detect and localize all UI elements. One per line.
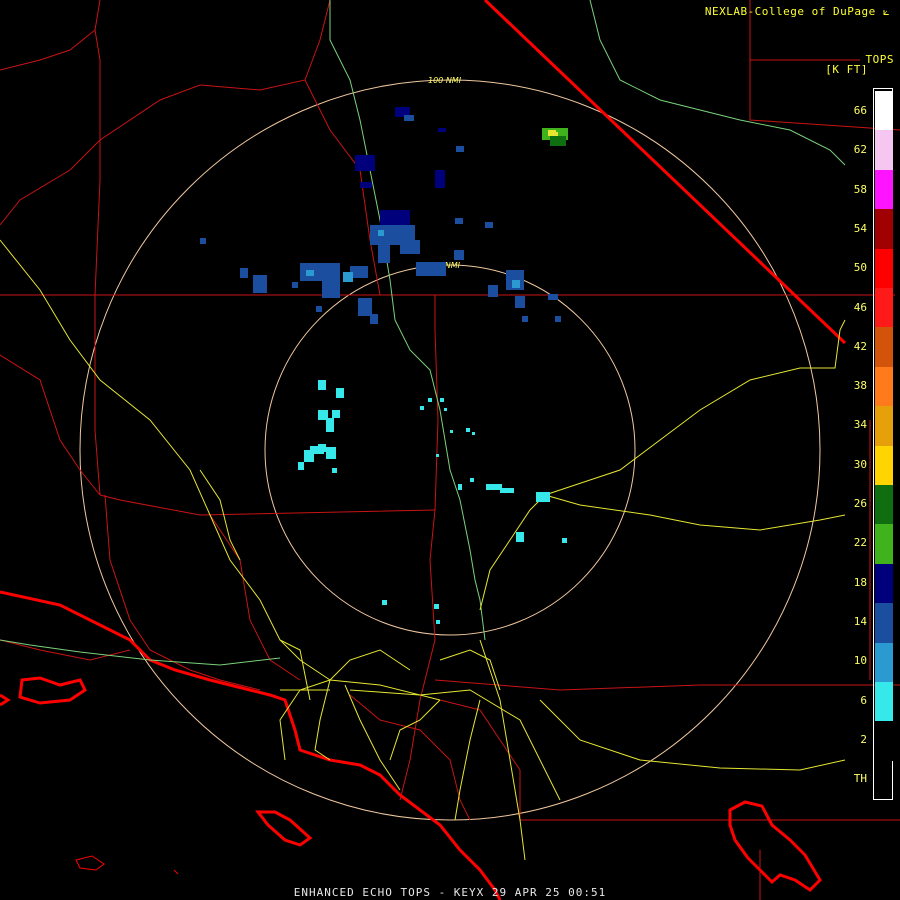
legend-units: [K FT]: [825, 63, 868, 76]
legend-label: 58: [853, 182, 867, 196]
legend-swatch: [875, 524, 893, 564]
highways: [0, 239, 846, 861]
legend-swatch: [875, 209, 893, 249]
state-line-nv-ca: [483, 0, 847, 345]
legend-swatch: [875, 642, 893, 682]
echo-navy: [355, 107, 446, 240]
legend-label: 42: [853, 339, 867, 353]
legend-label: 22: [853, 536, 867, 550]
small-islands: [75, 855, 179, 875]
legend-swatch: [875, 327, 893, 367]
legend-label: 18: [853, 575, 867, 589]
legend-label: 54: [853, 221, 867, 235]
legend-swatch: [875, 721, 893, 761]
legend-swatch: [875, 91, 893, 131]
legend-swatch: [875, 169, 893, 210]
legend-label: 14: [853, 614, 867, 628]
product-caption: ENHANCED ECHO TOPS - KEYX 29 APR 25 00:5…: [293, 886, 607, 899]
legend-label: 10: [853, 654, 867, 668]
legend-swatch: [875, 485, 893, 525]
legend-swatch: [875, 603, 893, 643]
rivers: [0, 0, 846, 666]
legend-label: 6: [860, 693, 867, 707]
legend-label: 2: [860, 732, 867, 746]
coastline: [0, 590, 822, 900]
legend-title: TOPS: [865, 53, 894, 66]
legend-label: 46: [853, 300, 867, 314]
legend-label: 26: [853, 497, 867, 510]
legend-swatch: [875, 563, 893, 604]
legend-swatch: [875, 248, 893, 288]
legend-swatch: [875, 445, 893, 485]
nexlab-logo-icon: ⟀: [882, 5, 890, 18]
echo-returns: [200, 107, 568, 624]
legend-swatch: [875, 406, 893, 446]
county-borders: [0, 0, 900, 900]
legend-swatch: [875, 682, 893, 722]
credit-label: NEXLAB-College of DuPage ⟀: [705, 5, 890, 19]
legend-label: 62: [853, 143, 867, 157]
legend-label: 50: [853, 261, 867, 275]
credit-text: NEXLAB-College of DuPage: [704, 5, 876, 18]
radar-map[interactable]: 100 NMI 50 NMI: [0, 0, 900, 900]
legend-label: 66: [853, 104, 867, 117]
legend-swatch: [875, 130, 893, 170]
range-ring-100nmi: [79, 79, 821, 821]
legend-label: 30: [853, 457, 867, 471]
legend-label: TH: [853, 772, 867, 786]
radar-display: 100 NMI 50 NMI: [0, 0, 900, 900]
legend-swatch: [875, 366, 893, 407]
legend-label: 34: [853, 418, 867, 432]
ring-label-100nmi: 100 NMI: [428, 76, 462, 85]
color-legend-bar: [873, 88, 893, 800]
legend-label: 38: [853, 379, 867, 393]
legend-swatch: [875, 288, 893, 328]
echo-cyan: [298, 380, 567, 624]
echo-tall-cell: [542, 128, 568, 146]
